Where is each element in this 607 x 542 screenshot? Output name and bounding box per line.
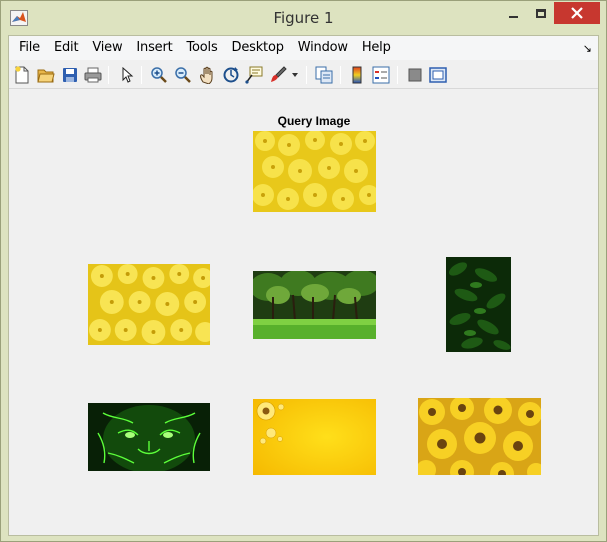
result-image-6 — [418, 398, 541, 475]
result-image-2 — [253, 271, 376, 339]
menu-desktop[interactable]: Desktop — [225, 36, 291, 60]
minimize-button[interactable] — [499, 2, 527, 24]
result-image-3 — [446, 257, 511, 352]
open-file-icon[interactable] — [36, 65, 56, 85]
show-plot-tools-icon[interactable] — [428, 65, 448, 85]
link-plot-icon[interactable] — [314, 65, 334, 85]
menu-file[interactable]: File — [12, 36, 47, 60]
maximize-button[interactable] — [528, 2, 554, 24]
menu-window[interactable]: Window — [291, 36, 355, 60]
minimize-icon — [508, 16, 518, 18]
figure-window: Figure 1 File Edit View Insert Tools Des… — [0, 0, 607, 542]
toolbar-separator — [340, 66, 341, 84]
close-icon — [571, 7, 583, 19]
menu-tools[interactable]: Tools — [180, 36, 225, 60]
hide-plot-tools-icon[interactable] — [405, 65, 425, 85]
figure-client-area: File Edit View Insert Tools Desktop Wind… — [8, 35, 599, 536]
colorbar-icon[interactable] — [347, 65, 367, 85]
maximize-icon — [536, 8, 546, 18]
toolbar-separator — [397, 66, 398, 84]
close-button[interactable] — [554, 2, 600, 24]
menu-edit[interactable]: Edit — [47, 36, 85, 60]
new-figure-icon[interactable] — [12, 65, 32, 85]
query-image — [253, 131, 376, 212]
result-image-5 — [253, 399, 376, 475]
save-icon[interactable] — [60, 65, 80, 85]
pan-hand-icon[interactable] — [197, 65, 217, 85]
rotate-3d-icon[interactable] — [221, 65, 241, 85]
menu-insert[interactable]: Insert — [129, 36, 179, 60]
result-image-1 — [88, 264, 210, 345]
menu-bar: File Edit View Insert Tools Desktop Wind… — [9, 36, 598, 60]
brush-icon[interactable] — [268, 65, 288, 85]
brush-dropdown-icon[interactable] — [289, 65, 301, 85]
toolbar-separator — [306, 66, 307, 84]
toolbar-separator — [141, 66, 142, 84]
select-arrow-icon[interactable] — [117, 65, 137, 85]
legend-icon[interactable] — [371, 65, 391, 85]
query-image-title: Query Image — [277, 114, 351, 128]
result-image-4 — [88, 403, 210, 471]
menu-view[interactable]: View — [85, 36, 129, 60]
zoom-out-icon[interactable] — [173, 65, 193, 85]
print-icon[interactable] — [83, 65, 103, 85]
dock-figure-icon[interactable]: ↘ — [583, 42, 592, 55]
data-cursor-icon[interactable] — [244, 65, 264, 85]
zoom-in-icon[interactable] — [149, 65, 169, 85]
toolbar-separator — [108, 66, 109, 84]
figure-toolbar — [9, 61, 598, 89]
menu-help[interactable]: Help — [355, 36, 398, 60]
title-bar[interactable]: Figure 1 — [1, 1, 606, 35]
